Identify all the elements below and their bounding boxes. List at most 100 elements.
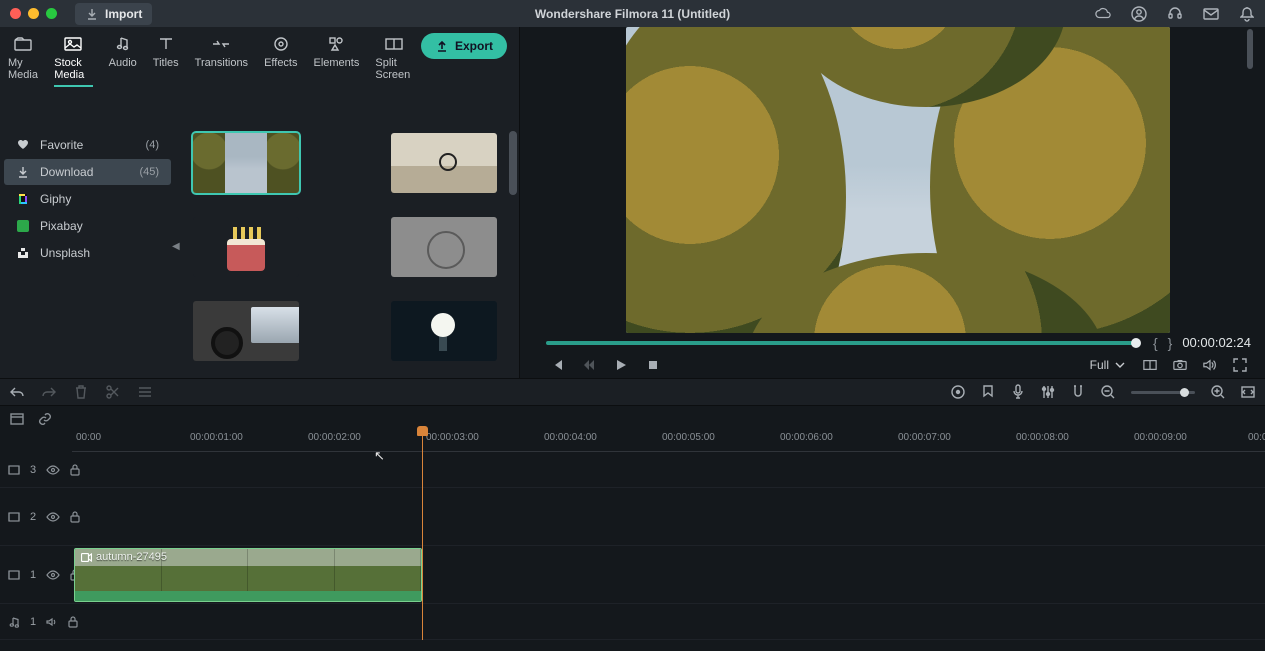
- track-index: 1: [30, 616, 36, 628]
- media-scrollbar[interactable]: [509, 131, 517, 195]
- zoom-slider[interactable]: [1131, 391, 1195, 394]
- check-icon: [282, 176, 296, 190]
- sidebar-item-favorite[interactable]: Favorite (4): [4, 132, 171, 158]
- media-thumb-spiral[interactable]: [391, 217, 497, 277]
- mixer-button[interactable]: [1041, 385, 1055, 399]
- mute-icon[interactable]: [46, 617, 58, 627]
- play-button[interactable]: [614, 358, 628, 372]
- delete-button[interactable]: [74, 385, 88, 399]
- preview-scrub-track[interactable]: [546, 341, 1139, 345]
- timeline-playhead[interactable]: [422, 432, 423, 640]
- tab-titles[interactable]: Titles: [145, 31, 187, 95]
- sidebar-item-label: Unsplash: [40, 246, 90, 260]
- marker-button[interactable]: [981, 385, 995, 399]
- window-minimize-button[interactable]: [28, 8, 39, 19]
- ruler-tick: 00:00:03:00: [426, 432, 479, 443]
- zoom-fit-button[interactable]: [1241, 385, 1255, 399]
- sidebar-item-giphy[interactable]: Giphy: [4, 186, 171, 212]
- sidebar-item-label: Download: [40, 165, 93, 179]
- sidebar-item-pixabay[interactable]: Pixabay: [4, 213, 171, 239]
- mark-in-icon[interactable]: {: [1153, 335, 1158, 351]
- sidebar-item-label: Pixabay: [40, 219, 83, 233]
- tab-stock-media[interactable]: Stock Media: [46, 31, 100, 95]
- track-index: 3: [30, 464, 36, 476]
- tab-effects[interactable]: Effects: [256, 31, 305, 95]
- step-back-button[interactable]: [582, 358, 596, 372]
- eye-icon[interactable]: [46, 465, 60, 475]
- tab-elements[interactable]: Elements: [306, 31, 368, 95]
- notifications-icon[interactable]: [1239, 6, 1255, 22]
- import-button[interactable]: Import: [75, 3, 152, 25]
- ruler-tick: 00:00:10: [1248, 432, 1265, 443]
- split-screen-icon: [385, 35, 403, 53]
- sidebar-item-unsplash[interactable]: Unsplash: [4, 240, 171, 266]
- zoom-slider-knob[interactable]: [1180, 388, 1189, 397]
- zoom-out-button[interactable]: [1101, 385, 1115, 399]
- mark-out-icon[interactable]: }: [1168, 335, 1173, 351]
- fullscreen-icon[interactable]: [1233, 358, 1247, 372]
- tab-split-screen[interactable]: Split Screen: [367, 31, 421, 95]
- window-maximize-button[interactable]: [46, 8, 57, 19]
- zoom-in-button[interactable]: [1211, 385, 1225, 399]
- video-track-1[interactable]: 1 autumn-27495: [0, 546, 1265, 604]
- timeline-media-icon[interactable]: [10, 412, 24, 426]
- timeline-ruler[interactable]: 00:00 00:00:01:00 00:00:02:00 00:00:03:0…: [72, 432, 1265, 452]
- ruler-tick: 00:00: [76, 432, 101, 443]
- redo-button[interactable]: [42, 385, 56, 399]
- giphy-icon: [16, 192, 30, 206]
- tab-label: Effects: [264, 57, 297, 69]
- compare-view-icon[interactable]: [1143, 358, 1157, 372]
- preview-timecode: 00:00:02:24: [1182, 335, 1251, 350]
- preview-quality-select[interactable]: Full: [1090, 358, 1125, 372]
- ruler-tick: 00:00:08:00: [1016, 432, 1069, 443]
- support-icon[interactable]: [1167, 6, 1183, 22]
- split-button[interactable]: [106, 385, 120, 399]
- snap-button[interactable]: [1071, 385, 1085, 399]
- media-thumb-moon[interactable]: [391, 301, 497, 361]
- media-thumb-bicycle[interactable]: [391, 133, 497, 193]
- audio-track-1[interactable]: 1: [0, 604, 1265, 640]
- timeline-link-icon[interactable]: [38, 412, 52, 426]
- video-track-2[interactable]: 2: [0, 488, 1265, 546]
- volume-icon[interactable]: [1203, 358, 1217, 372]
- ruler-tick: 00:00:06:00: [780, 432, 833, 443]
- messages-icon[interactable]: [1203, 6, 1219, 22]
- prev-frame-button[interactable]: [550, 358, 564, 372]
- track-index: 1: [30, 569, 36, 581]
- import-icon: [85, 7, 99, 21]
- account-icon[interactable]: [1131, 6, 1147, 22]
- voiceover-button[interactable]: [1011, 385, 1025, 399]
- tab-my-media[interactable]: My Media: [0, 31, 46, 95]
- undo-button[interactable]: [10, 385, 24, 399]
- media-thumb-autumn[interactable]: [193, 133, 299, 193]
- eye-icon[interactable]: [46, 570, 60, 580]
- export-button[interactable]: Export: [421, 33, 507, 59]
- render-button[interactable]: [951, 385, 965, 399]
- tab-label: Elements: [314, 57, 360, 69]
- eye-icon[interactable]: [46, 512, 60, 522]
- cloud-icon[interactable]: [1095, 6, 1111, 22]
- preview-quality-label: Full: [1090, 358, 1109, 372]
- ruler-tick: 00:00:04:00: [544, 432, 597, 443]
- sidebar-item-download[interactable]: Download (45): [4, 159, 171, 185]
- preview-scrollbar[interactable]: [1247, 29, 1253, 69]
- window-close-button[interactable]: [10, 8, 21, 19]
- stop-button[interactable]: [646, 358, 660, 372]
- filmstrip-icon: [8, 465, 20, 475]
- timeline-clip-autumn[interactable]: autumn-27495: [74, 548, 422, 602]
- heart-icon: [16, 138, 30, 152]
- clip-name: autumn-27495: [96, 551, 167, 563]
- snapshot-icon[interactable]: [1173, 358, 1187, 372]
- media-thumb-car[interactable]: [193, 301, 299, 361]
- media-thumb-cake[interactable]: [193, 217, 299, 277]
- tab-transitions[interactable]: Transitions: [187, 31, 256, 95]
- tab-label: Transitions: [195, 57, 248, 69]
- list-button[interactable]: [138, 385, 152, 399]
- tab-audio[interactable]: Audio: [101, 31, 145, 95]
- preview-viewport[interactable]: [626, 27, 1170, 333]
- download-icon: [16, 165, 30, 179]
- tab-label: Split Screen: [375, 57, 413, 81]
- preview-scrub-handle[interactable]: [1131, 338, 1141, 348]
- video-track-3[interactable]: 3: [0, 452, 1265, 488]
- tab-label: Titles: [153, 57, 179, 69]
